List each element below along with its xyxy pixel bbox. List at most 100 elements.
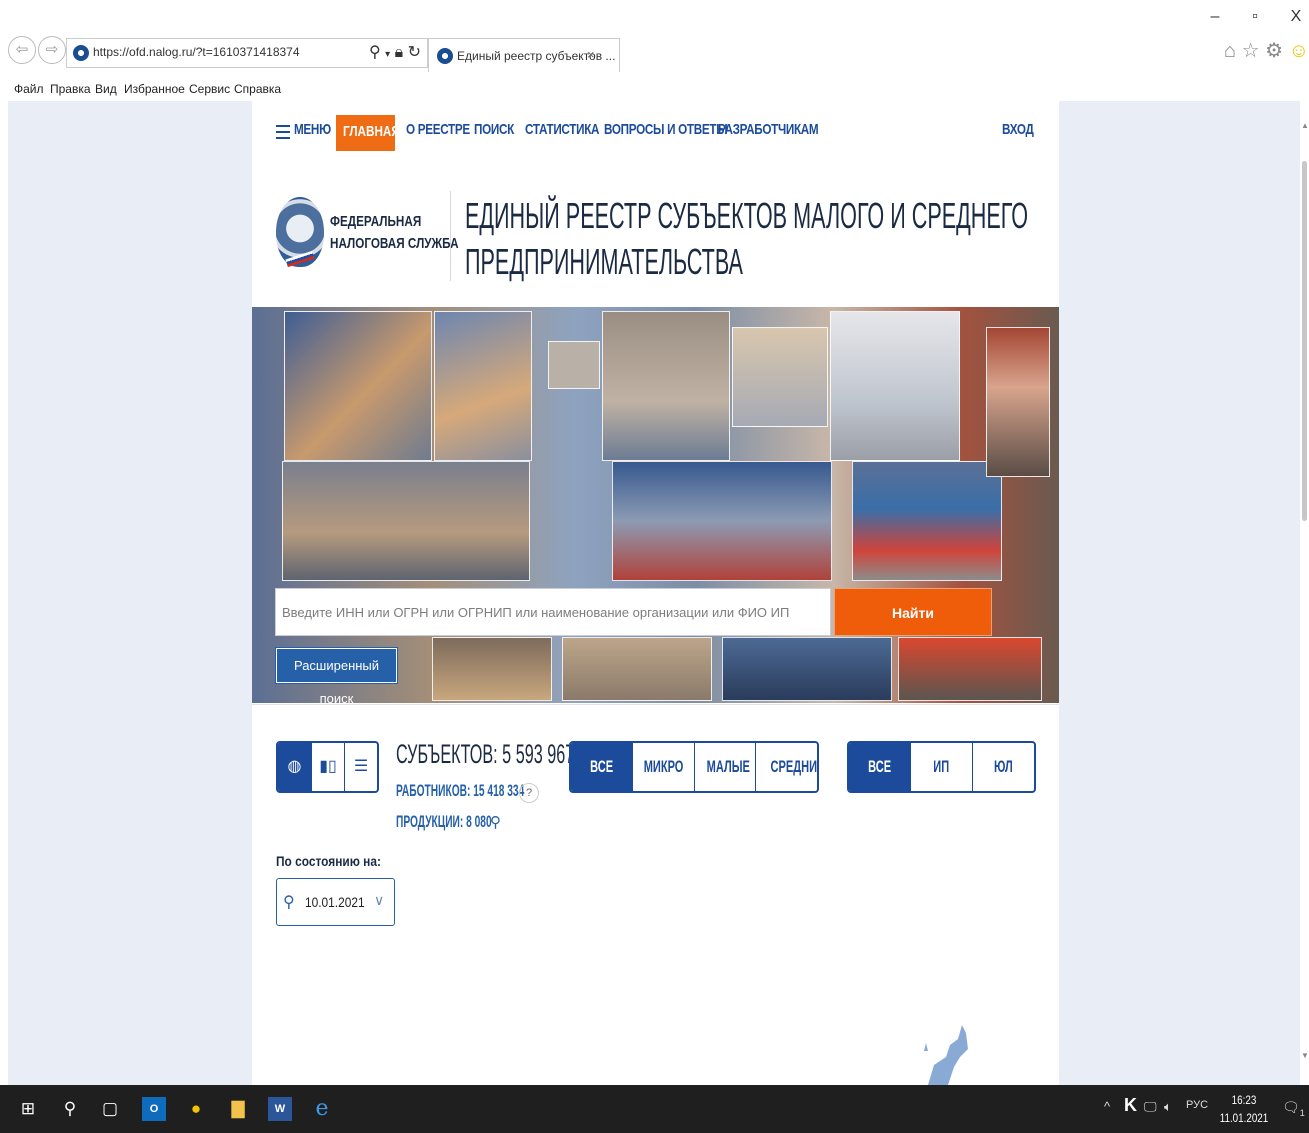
menu-help[interactable]: Справка (234, 82, 281, 96)
file-explorer-icon[interactable]: ▇ (226, 1097, 250, 1121)
nav-about[interactable]: О РЕЕСТРЕ (406, 121, 470, 138)
chevron-up-icon[interactable]: ^ (1104, 1099, 1110, 1114)
menu-view[interactable]: Вид (95, 82, 117, 96)
size-filter: ВСЕ МИКРО МАЛЫЕ СРЕДНИЕ (569, 741, 819, 793)
smiley-icon[interactable]: ☺ (1289, 40, 1309, 62)
page-title-line1: ЕДИНЫЙ РЕЕСТР СУБЪЕКТОВ МАЛОГО И СРЕДНЕГ… (465, 195, 1029, 236)
hero-tile (432, 637, 552, 701)
size-filter-all[interactable]: ВСЕ (571, 743, 632, 791)
hero-tile (852, 461, 1002, 581)
outlook-icon[interactable]: O (142, 1097, 166, 1121)
url-text[interactable]: https://ofd.nalog.ru/?t=1610371418374 (93, 45, 300, 59)
search-icon[interactable]: ⚲ (58, 1097, 82, 1121)
volume-icon[interactable]: 🔈︎ (1164, 1099, 1172, 1115)
size-filter-small-label: МАЛЫЕ (706, 757, 750, 776)
date-select[interactable]: ⚲ 10.01.2021 ∨ (276, 878, 395, 926)
windows-start-icon[interactable]: ⊞ (16, 1097, 40, 1121)
org-name: ФЕДЕРАЛЬНАЯ НАЛОГОВАЯ СЛУЖБА (330, 211, 459, 255)
search-icon[interactable]: ⚲ (369, 44, 381, 61)
menu-tools[interactable]: Сервис (189, 82, 230, 96)
type-filter-ul[interactable]: ЮЛ (972, 743, 1034, 791)
page-title-line2: ПРЕДПРИНИМАТЕЛЬСТВА (465, 241, 743, 282)
menu-file[interactable]: Файл (14, 82, 44, 96)
scroll-up-icon[interactable]: ▲ (1301, 121, 1309, 130)
size-filter-medium-label: СРЕДНИЕ (770, 757, 818, 776)
hero-tile (282, 461, 530, 581)
advanced-search-button[interactable]: Расширенный поиск (275, 647, 398, 703)
forward-icon[interactable]: ⇨ (38, 36, 66, 64)
hero-tile (562, 637, 712, 701)
vertical-scrollbar[interactable]: ▲ ▼ (1300, 101, 1309, 1085)
hero-tile (732, 327, 828, 427)
nav-home[interactable]: ГЛАВНАЯ (336, 115, 400, 151)
org-name-line1: ФЕДЕРАЛЬНАЯ (330, 213, 422, 230)
hero-collage: Найти Расширенный поиск (252, 307, 1059, 703)
word-icon[interactable]: W (268, 1097, 292, 1121)
find-button[interactable]: Найти (834, 588, 992, 636)
help-icon[interactable]: ? (519, 783, 539, 803)
menu-icon[interactable] (276, 125, 290, 139)
nav-login[interactable]: ВХОД (1002, 121, 1034, 138)
search-icon[interactable]: ⚲ (490, 813, 508, 831)
address-bar[interactable]: https://ofd.nalog.ru/?t=1610371418374 ⚲ … (66, 38, 428, 68)
minimize-button[interactable]: – (1200, 8, 1230, 26)
nav-menu[interactable]: МЕНЮ (294, 121, 331, 138)
header-divider (450, 191, 451, 281)
nav-faq[interactable]: ВОПРОСЫ И ОТВЕТЫ (604, 121, 728, 138)
products-count[interactable]: ПРОДУКЦИИ: 8 080 (396, 812, 492, 832)
size-filter-micro[interactable]: МИКРО (632, 743, 694, 791)
taskbar: ⊞ ⚲ ▢ O ● ▇ W e ^ K 🖵 🔈︎ РУС 16:23 11.01… (0, 1085, 1309, 1133)
browser-chrome: – ▫ X ⇦ ⇨ https://ofd.nalog.ru/?t=161037… (0, 0, 1309, 101)
internet-explorer-icon[interactable]: e (310, 1097, 334, 1121)
tab-favicon-icon (437, 48, 453, 64)
page-title: ЕДИНЫЙ РЕЕСТР СУБЪЕКТОВ МАЛОГО И СРЕДНЕГ… (465, 193, 1029, 285)
nav-statistics[interactable]: СТАТИСТИКА (525, 121, 599, 138)
language-indicator[interactable]: РУС (1186, 1099, 1208, 1111)
scroll-thumb[interactable] (1302, 161, 1307, 521)
address-tools: ⚲ ▾ 🔒︎ ↻ (369, 42, 421, 62)
kaspersky-icon[interactable]: K (1124, 1095, 1137, 1116)
menu-favorites[interactable]: Избранное (124, 82, 185, 96)
clock[interactable]: 16:23 11.01.2021 (1214, 1091, 1274, 1127)
bar-chart-icon[interactable]: ▮▯ (311, 743, 344, 791)
dropdown-icon[interactable]: ▾ (385, 49, 390, 60)
menu-edit[interactable]: Правка (50, 82, 91, 96)
close-window-button[interactable]: X (1281, 8, 1309, 26)
network-icon[interactable]: 🖵 (1144, 1099, 1157, 1115)
hero-tile (830, 311, 960, 461)
type-filter-all[interactable]: ВСЕ (849, 743, 910, 791)
type-filter-ip[interactable]: ИП (910, 743, 972, 791)
workers-count[interactable]: РАБОТНИКОВ: 15 418 334 (396, 781, 524, 801)
1c-icon[interactable]: ● (184, 1097, 208, 1121)
page: МЕНЮ ГЛАВНАЯ О РЕЕСТРЕ ПОИСК СТАТИСТИКА … (252, 101, 1059, 1085)
size-filter-micro-label: МИКРО (643, 757, 684, 776)
lock-icon[interactable]: 🔒︎ (395, 44, 404, 61)
home-icon[interactable]: ⌂ (1224, 40, 1236, 62)
type-filter: ВСЕ ИП ЮЛ (847, 741, 1036, 793)
globe-icon[interactable]: ◍ (278, 743, 311, 791)
restore-button[interactable]: ▫ (1240, 8, 1270, 26)
gear-icon[interactable]: ⚙ (1265, 40, 1283, 62)
tab-close-icon[interactable]: × (587, 47, 595, 62)
size-filter-medium[interactable]: СРЕДНИЕ (755, 743, 817, 791)
browser-tab[interactable]: Единый реестр субъектов ... × (428, 38, 620, 72)
hero-tile (548, 341, 600, 389)
nav-developers[interactable]: РАЗРАБОТЧИКАМ (718, 121, 819, 138)
list-icon[interactable]: ☰ (344, 743, 377, 791)
task-view-icon[interactable]: ▢ (98, 1097, 122, 1121)
search-input[interactable] (275, 588, 831, 636)
hero-tile (284, 311, 432, 461)
refresh-icon[interactable]: ↻ (408, 44, 421, 61)
clock-date: 11.01.2021 (1219, 1111, 1269, 1125)
type-filter-ul-label: ЮЛ (994, 757, 1013, 776)
scroll-down-icon[interactable]: ▼ (1301, 1051, 1309, 1060)
notifications-count: 1 (1299, 1107, 1305, 1118)
subjects-count: СУБЪЕКТОВ: 5 593 967 (396, 739, 575, 769)
nav-search[interactable]: ПОИСК (474, 121, 514, 138)
back-icon[interactable]: ⇦ (8, 36, 36, 64)
star-icon[interactable]: ☆ (1242, 40, 1260, 62)
size-filter-small[interactable]: МАЛЫЕ (694, 743, 755, 791)
hero-tile (434, 311, 532, 461)
notifications-icon[interactable]: 🗨︎1 (1282, 1099, 1305, 1118)
hero-tile (722, 637, 892, 701)
